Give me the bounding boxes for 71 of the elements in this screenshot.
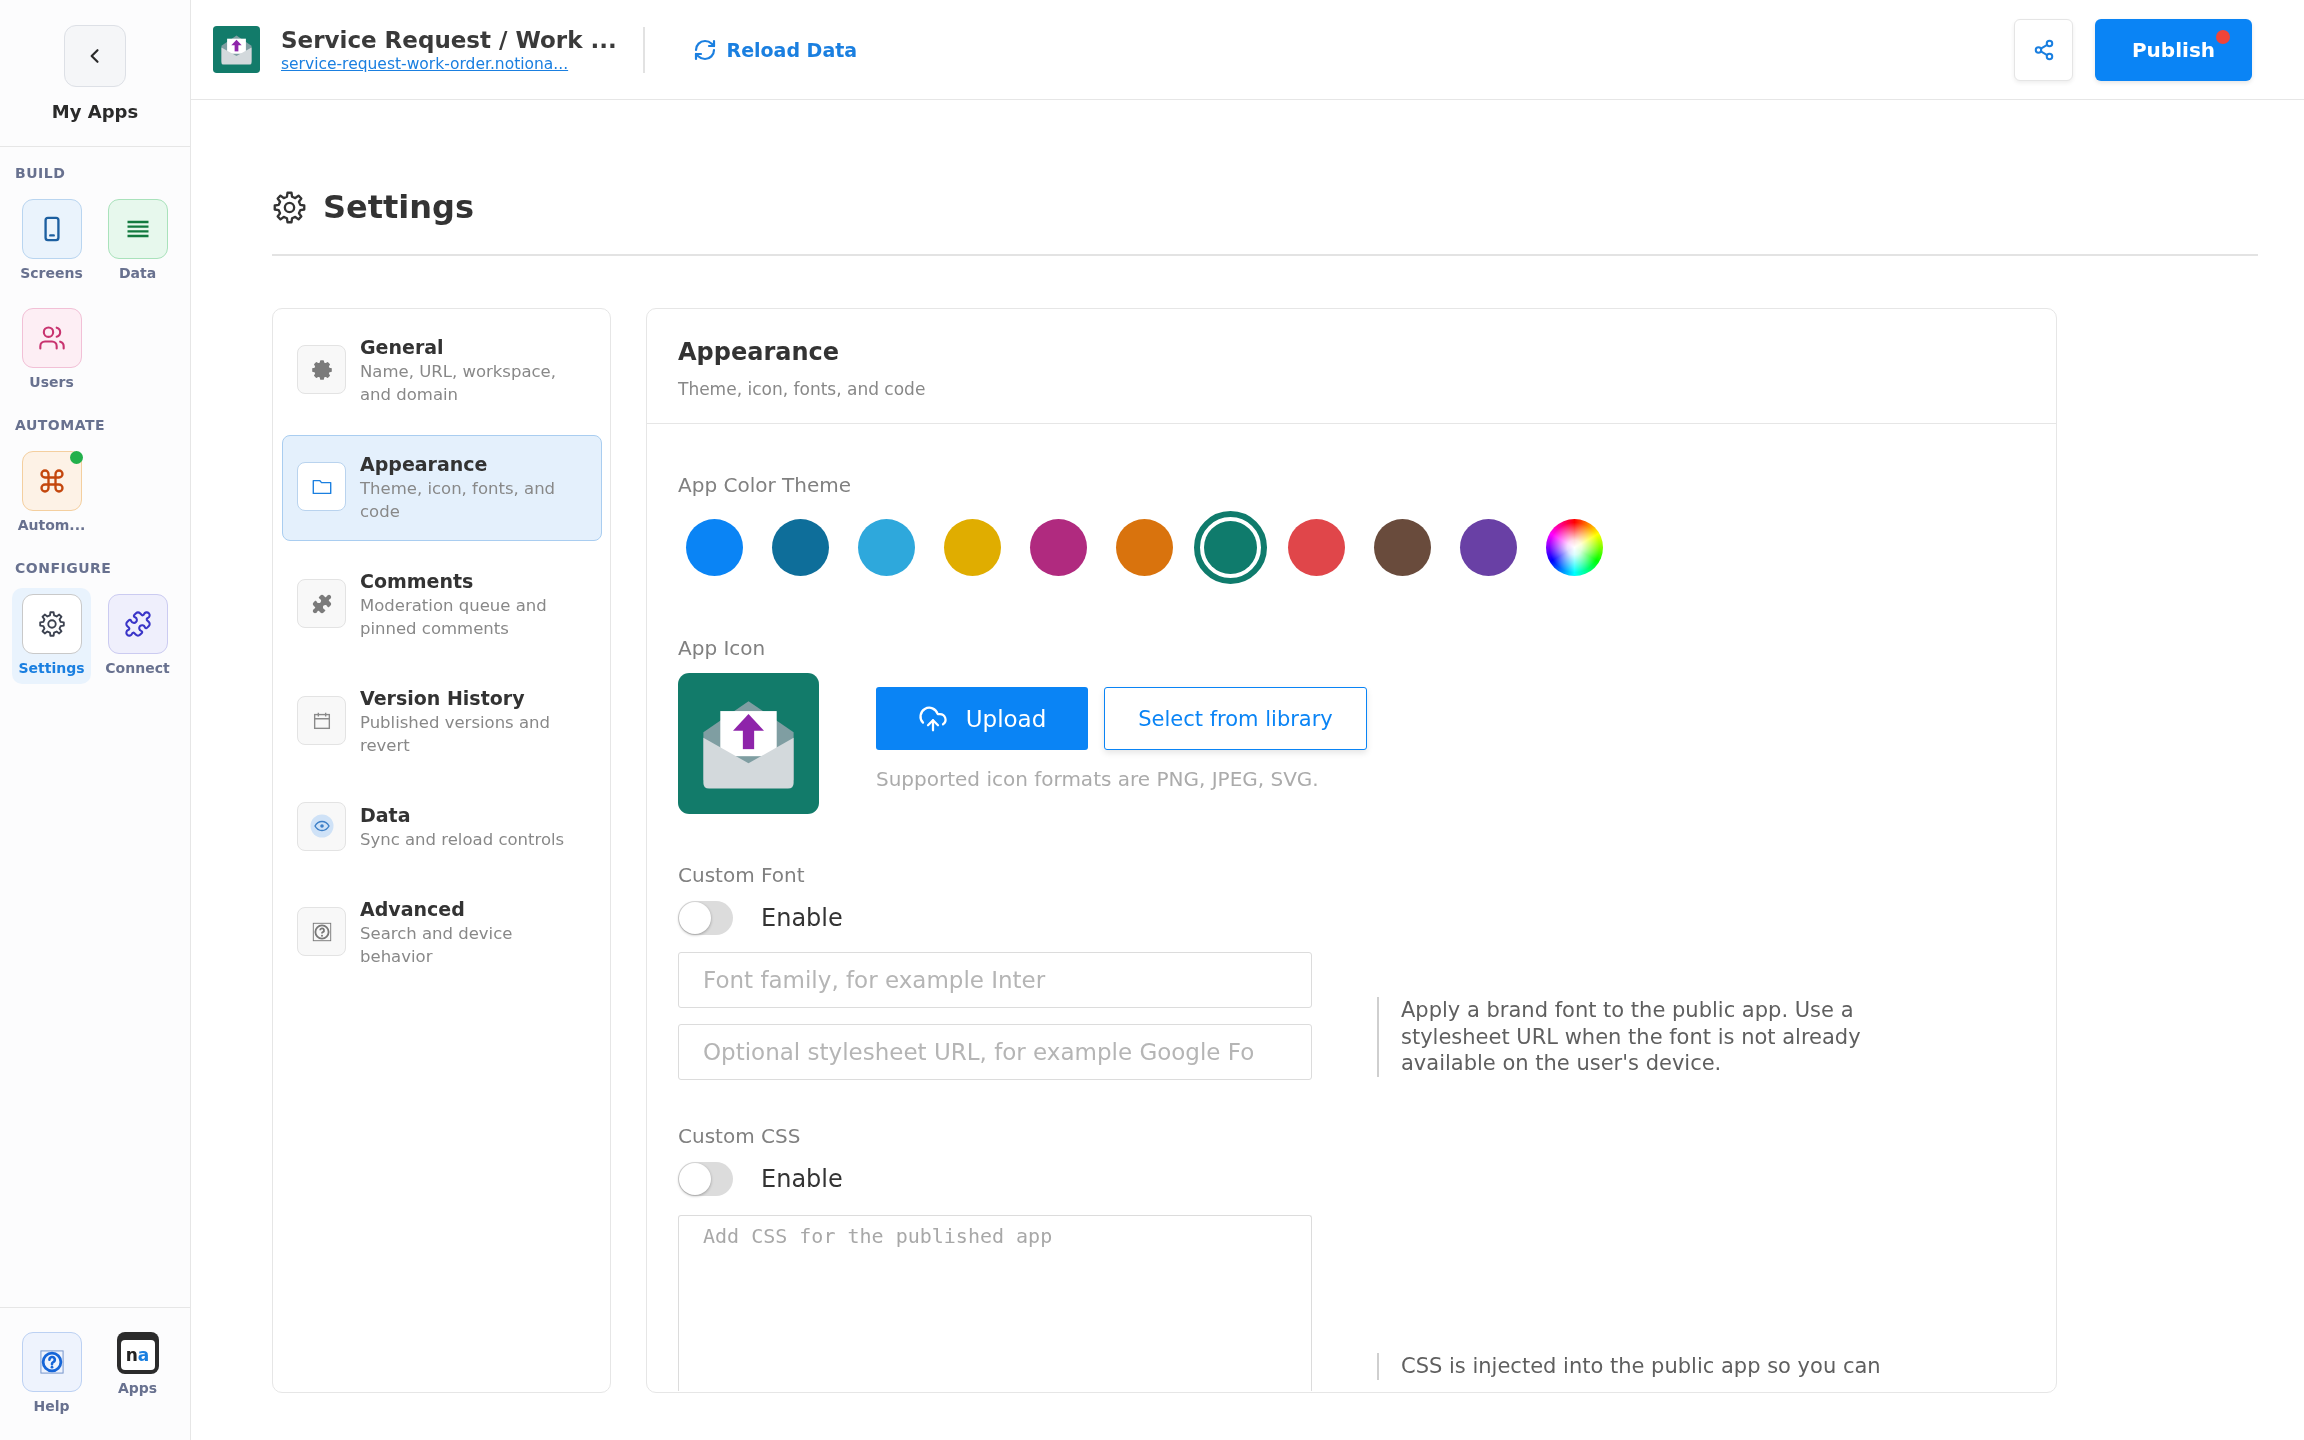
toggle-switch[interactable]	[678, 901, 733, 935]
color-swatch[interactable]	[1288, 519, 1345, 576]
sidebar-title: My Apps	[51, 100, 139, 124]
envelope-icon	[678, 673, 819, 814]
section-heading: BUILD	[15, 164, 66, 182]
toggle-label: Enable	[761, 903, 843, 933]
envelope-icon	[213, 26, 260, 73]
question-icon	[297, 907, 346, 956]
code-editor-field[interactable]: Add CSS for the published app	[678, 1215, 1312, 1391]
calendar-icon	[297, 696, 346, 745]
field-label: Custom Font	[678, 862, 805, 889]
app-title: Service Request / Work ...	[281, 25, 617, 55]
users-icon	[21, 308, 82, 368]
section-heading: AUTOMATE	[15, 416, 106, 434]
sidebar-item[interactable]: Users	[12, 302, 91, 398]
help-text: Apply a brand font to the public app. Use a stylesheet URL when the font is not already available on the user's device.	[1377, 997, 1891, 1077]
color-swatch[interactable]	[1116, 519, 1173, 576]
color-swatch[interactable]	[1460, 519, 1517, 576]
sidebar-item[interactable]: Autom...	[12, 445, 91, 541]
toggle-label: Enable	[761, 1164, 843, 1194]
refresh-icon	[692, 37, 717, 62]
puzzle-icon	[107, 594, 168, 654]
settings-icon	[272, 189, 307, 225]
color-swatch[interactable]	[686, 519, 743, 576]
select-from-library-button[interactable]: Select from library	[1104, 687, 1367, 750]
field-label: Custom CSS	[678, 1123, 801, 1150]
color-swatch[interactable]	[944, 519, 1001, 576]
section-heading: CONFIGURE	[15, 559, 112, 577]
field-label: App Color Theme	[678, 472, 851, 499]
color-swatch[interactable]	[1374, 519, 1431, 576]
settings-nav-item[interactable]: Appearance Theme, icon, fonts, and code	[281, 434, 602, 541]
publish-button[interactable]: Publish	[2095, 18, 2252, 81]
field-label: App Icon	[678, 635, 766, 662]
sidebar-item[interactable]: na Apps	[98, 1326, 177, 1404]
section-title: Appearance	[678, 337, 840, 367]
color-swatch[interactable]	[1030, 519, 1087, 576]
sidebar-item[interactable]: Data	[98, 193, 177, 289]
toggle-switch[interactable]	[678, 1162, 733, 1196]
share-icon	[2032, 38, 2055, 61]
input-field[interactable]: Optional stylesheet URL, for example Google Fo	[678, 1024, 1312, 1080]
list-lines-icon	[107, 199, 168, 259]
custom-color-swatch[interactable]	[1546, 519, 1603, 576]
eye-icon	[297, 801, 346, 851]
settings-nav-item[interactable]: Comments Moderation queue and pinned comments	[281, 551, 602, 658]
help-icon	[21, 1332, 82, 1392]
command-icon	[21, 451, 82, 511]
folder-icon	[297, 462, 346, 511]
help-text: CSS is injected into the public app so you can	[1377, 1353, 1881, 1380]
sidebar-item[interactable]: Settings	[12, 588, 91, 684]
gear-icon	[21, 594, 82, 654]
page-title: Settings	[323, 187, 475, 227]
input-field[interactable]: Font family, for example Inter	[678, 952, 1312, 1008]
settings-nav-item[interactable]: Version History Published versions and revert	[281, 668, 602, 775]
settings-nav-item[interactable]: General Name, URL, workspace, and domain	[281, 317, 602, 424]
hint-text: Supported icon formats are PNG, JPEG, SVG.	[876, 766, 1319, 793]
sidebar-item[interactable]: Screens	[12, 193, 91, 289]
section-subtitle: Theme, icon, fonts, and code	[678, 378, 926, 401]
cog-icon	[297, 345, 346, 394]
upload-button[interactable]: Upload	[876, 687, 1088, 750]
color-swatch[interactable]	[772, 519, 829, 576]
phone-icon	[21, 199, 82, 259]
color-swatch[interactable]	[858, 519, 915, 576]
share-button[interactable]	[2014, 18, 2073, 81]
sidebar-item[interactable]: Connect	[98, 588, 177, 684]
app-url-link[interactable]: service-request-work-order.notiona...	[281, 54, 569, 74]
puzzle-icon	[297, 579, 346, 628]
reload-data-button[interactable]: Reload Data	[692, 37, 858, 62]
logo-text: na	[120, 1340, 155, 1370]
sidebar-item[interactable]: Help	[12, 1326, 91, 1422]
settings-nav-item[interactable]: Data Sync and reload controls	[281, 785, 602, 869]
settings-nav-item[interactable]: Advanced Search and device behavior	[281, 879, 602, 986]
